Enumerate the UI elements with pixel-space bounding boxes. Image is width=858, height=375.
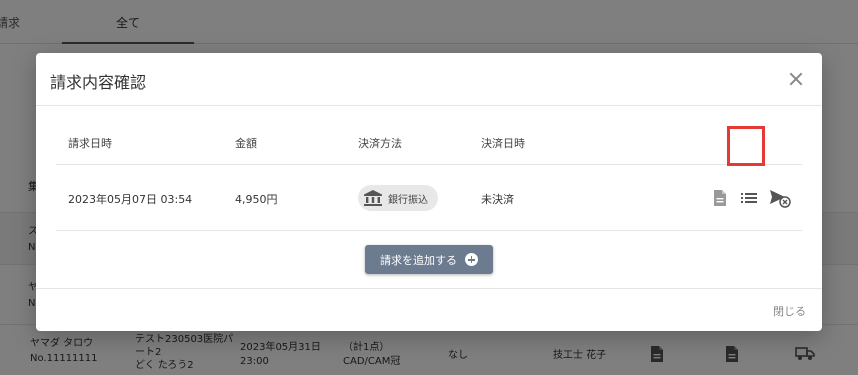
table-row: 2023年05月07日 03:54 4,950円 銀行振込 未決済	[56, 165, 802, 231]
bank-icon	[364, 190, 382, 206]
invoice-amount: 4,950円	[235, 193, 278, 206]
dialog-title: 請求内容確認	[50, 73, 147, 92]
payment-method-chip: 銀行振込	[358, 185, 438, 211]
list-icon[interactable]	[741, 192, 757, 204]
invoice-date: 2023年05月07日 03:54	[68, 193, 193, 206]
document-icon[interactable]	[713, 189, 727, 207]
dialog-footer: 閉じる	[36, 288, 822, 331]
invoice-confirm-dialog: 請求内容確認 請求日時 金額 決済方法 決済日時 2023年05月07日 03:…	[36, 53, 822, 331]
highlight-box	[727, 126, 765, 166]
column-header-amount: 金額	[235, 137, 257, 150]
column-header-payment-method: 決済方法	[358, 137, 402, 150]
column-header-payment-date: 決済日時	[481, 137, 525, 150]
table-header: 請求日時 金額 決済方法 決済日時	[56, 107, 802, 165]
add-invoice-label: 請求を追加する	[380, 253, 457, 267]
payment-status: 未決済	[481, 193, 514, 206]
close-icon[interactable]	[786, 69, 806, 89]
dialog-header: 請求内容確認	[36, 53, 822, 106]
close-button[interactable]: 閉じる	[773, 303, 806, 319]
send-cancel-icon[interactable]	[769, 188, 791, 208]
payment-method-label: 銀行振込	[388, 194, 428, 206]
plus-circle-icon	[465, 253, 478, 266]
column-header-invoice-date: 請求日時	[68, 137, 112, 150]
add-invoice-button[interactable]: 請求を追加する	[365, 245, 493, 274]
